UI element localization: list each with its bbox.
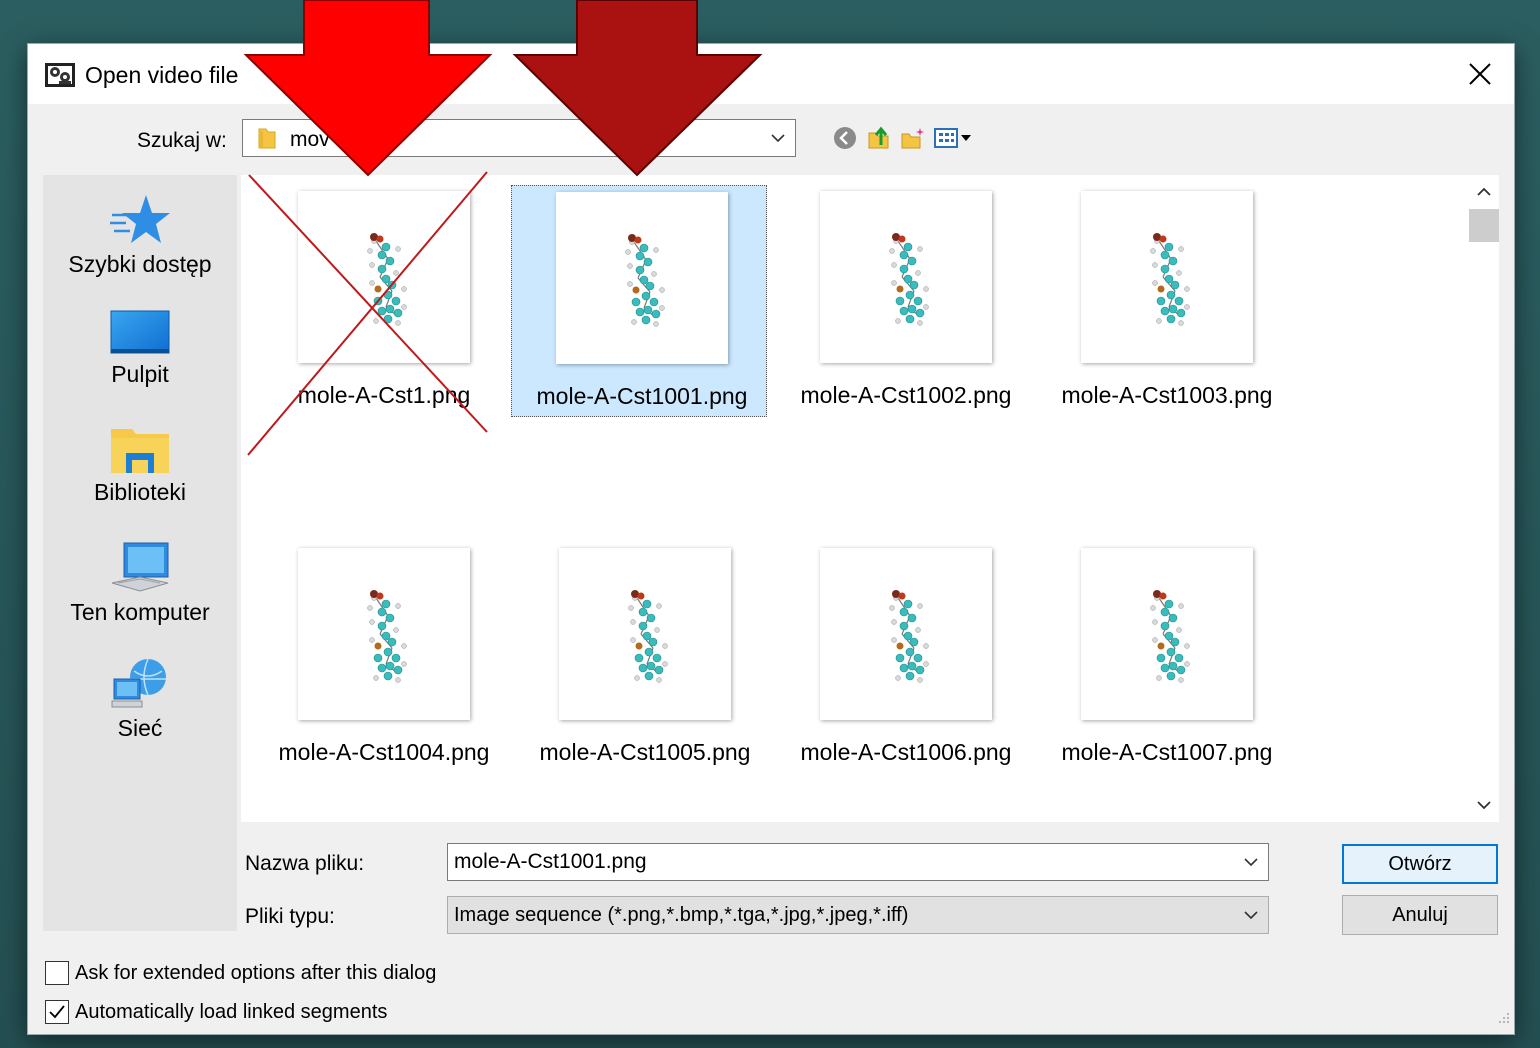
look-in-label: Szukaj w: bbox=[137, 129, 227, 152]
computer-icon bbox=[111, 542, 169, 592]
title-bar: Open video file bbox=[28, 44, 1514, 104]
scroll-thumb[interactable] bbox=[1469, 209, 1499, 242]
place-this-pc[interactable]: Ten komputer bbox=[43, 541, 237, 653]
chevron-up-icon bbox=[1477, 187, 1491, 196]
places-bar: Szybki dostęp Pulpit Biblioteki Ten komp… bbox=[43, 175, 237, 931]
libraries-icon bbox=[111, 429, 169, 473]
new-folder-button[interactable] bbox=[896, 122, 930, 154]
vertical-scrollbar[interactable] bbox=[1469, 175, 1499, 822]
checkmark-icon bbox=[49, 1005, 65, 1019]
file-name: mole-A-Cst1002.png bbox=[800, 382, 1012, 408]
molecule-image bbox=[889, 590, 929, 683]
file-thumbnail bbox=[559, 548, 731, 720]
scroll-up-button[interactable] bbox=[1469, 175, 1499, 209]
place-quick-access[interactable]: Szybki dostęp bbox=[43, 193, 237, 305]
file-list[interactable]: mole-A-Cst1.png mole-A-Cst1001.png mole-… bbox=[241, 175, 1469, 822]
molecule-image bbox=[1150, 590, 1190, 683]
back-button[interactable] bbox=[828, 122, 862, 154]
file-type-label: Pliki typu: bbox=[245, 905, 335, 928]
place-network[interactable]: Sieć bbox=[43, 657, 237, 769]
place-label: Ten komputer bbox=[70, 599, 210, 625]
desktop-icon bbox=[110, 310, 170, 354]
dialog-title: Open video file bbox=[85, 62, 239, 88]
resize-grip-icon[interactable] bbox=[1496, 1011, 1510, 1030]
molecule-image bbox=[367, 233, 407, 326]
file-thumbnail bbox=[820, 548, 992, 720]
chevron-down-icon[interactable] bbox=[769, 129, 787, 152]
look-in-combo[interactable]: mov bbox=[242, 119, 796, 157]
scroll-down-button[interactable] bbox=[1469, 788, 1499, 822]
molecule-image bbox=[367, 590, 407, 683]
film-reel-icon bbox=[44, 60, 76, 90]
place-desktop[interactable]: Pulpit bbox=[43, 309, 237, 421]
chevron-down-icon[interactable] bbox=[1242, 906, 1260, 929]
close-button[interactable] bbox=[1446, 44, 1514, 104]
star-icon bbox=[110, 195, 170, 243]
place-label: Szybki dostęp bbox=[68, 251, 212, 277]
molecule-image bbox=[1150, 233, 1190, 326]
file-name-input[interactable]: mole-A-Cst1001.png bbox=[447, 843, 1269, 881]
place-label: Sieć bbox=[117, 715, 163, 741]
file-name: mole-A-Cst1001.png bbox=[536, 383, 748, 409]
file-tile[interactable]: mole-A-Cst1005.png bbox=[515, 542, 771, 774]
option-linked: Automatically load linked segments bbox=[45, 998, 387, 1026]
file-tile[interactable]: mole-A-Cst1006.png bbox=[776, 542, 1032, 774]
file-name-value: mole-A-Cst1001.png bbox=[454, 850, 647, 873]
file-name: mole-A-Cst1007.png bbox=[1061, 739, 1273, 765]
file-name-label: Nazwa pliku: bbox=[245, 852, 365, 875]
file-tile[interactable]: mole-A-Cst1007.png bbox=[1037, 542, 1293, 774]
file-thumbnail bbox=[820, 191, 992, 363]
file-name: mole-A-Cst1003.png bbox=[1061, 382, 1273, 408]
file-tile[interactable]: mole-A-Cst1.png bbox=[254, 185, 510, 417]
option-extended: Ask for extended options after this dial… bbox=[45, 959, 436, 987]
cancel-button[interactable]: Anuluj bbox=[1342, 895, 1498, 935]
place-label: Biblioteki bbox=[93, 479, 187, 505]
open-button[interactable]: Otwórz bbox=[1342, 844, 1498, 884]
file-tile[interactable]: mole-A-Cst1004.png bbox=[254, 542, 510, 774]
place-label: Pulpit bbox=[111, 361, 169, 387]
file-name: mole-A-Cst1004.png bbox=[278, 739, 490, 765]
file-name: mole-A-Cst1006.png bbox=[800, 739, 1012, 765]
file-tile[interactable]: mole-A-Cst1002.png bbox=[776, 185, 1032, 417]
open-file-dialog: Open video file Szukaj w: mov Szybki dos… bbox=[28, 44, 1514, 1034]
file-thumbnail bbox=[298, 548, 470, 720]
checkbox-label: Automatically load linked segments bbox=[75, 1000, 388, 1023]
navigation-toolbar bbox=[828, 122, 976, 154]
molecule-image bbox=[625, 234, 665, 327]
close-icon bbox=[1469, 63, 1491, 85]
file-type-select[interactable]: Image sequence (*.png,*.bmp,*.tga,*.jpg,… bbox=[447, 896, 1269, 934]
view-grid-icon bbox=[934, 128, 971, 148]
place-libraries[interactable]: Biblioteki bbox=[43, 425, 237, 537]
file-name: mole-A-Cst1.png bbox=[297, 382, 471, 408]
network-icon bbox=[111, 658, 166, 708]
molecule-image bbox=[889, 233, 929, 326]
back-arrow-icon bbox=[834, 127, 856, 149]
file-tile[interactable]: mole-A-Cst1003.png bbox=[1037, 185, 1293, 417]
file-thumbnail bbox=[556, 192, 728, 364]
file-type-value: Image sequence (*.png,*.bmp,*.tga,*.jpg,… bbox=[454, 904, 909, 926]
file-thumbnail bbox=[1081, 548, 1253, 720]
folder-icon bbox=[256, 127, 278, 154]
checkbox-label: Ask for extended options after this dial… bbox=[75, 961, 437, 984]
chevron-down-icon[interactable] bbox=[1242, 853, 1260, 876]
file-name: mole-A-Cst1005.png bbox=[539, 739, 751, 765]
look-in-value: mov bbox=[290, 128, 330, 151]
molecule-image bbox=[628, 590, 668, 683]
view-menu-button[interactable] bbox=[930, 122, 976, 154]
file-thumbnail bbox=[298, 191, 470, 363]
new-folder-icon bbox=[901, 128, 924, 149]
chevron-down-icon bbox=[1477, 801, 1491, 810]
extended-options-checkbox[interactable] bbox=[45, 961, 69, 985]
file-tile-selected[interactable]: mole-A-Cst1001.png bbox=[511, 185, 767, 417]
up-folder-icon bbox=[868, 126, 889, 149]
up-folder-button[interactable] bbox=[862, 122, 896, 154]
linked-segments-checkbox[interactable] bbox=[45, 1000, 69, 1024]
file-thumbnail bbox=[1081, 191, 1253, 363]
